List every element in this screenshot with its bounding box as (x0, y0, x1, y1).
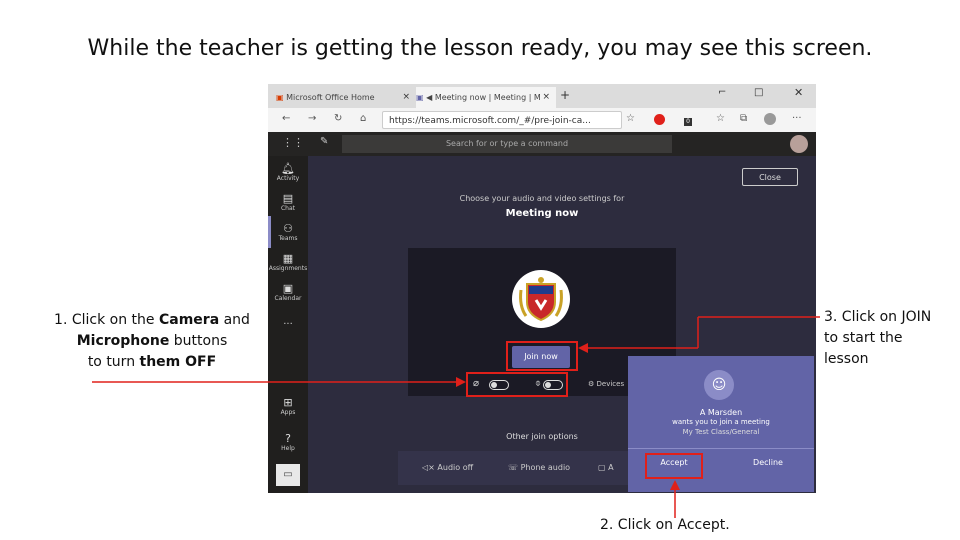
tab-meeting[interactable]: ▣ ◀ Meeting now | Meeting | M × (416, 87, 556, 108)
extension-icon[interactable] (654, 114, 665, 125)
rail-item-more[interactable]: ... (268, 316, 308, 327)
avatar[interactable] (790, 135, 808, 153)
rail-label: Calendar (274, 295, 302, 302)
close-button[interactable]: Close (742, 168, 798, 186)
rail-item-activity[interactable]: 🔔︎ Activity (268, 162, 308, 182)
note-3-line-3: lesson (824, 351, 869, 367)
close-window-icon[interactable]: ✕ (794, 86, 803, 99)
meeting-name: Meeting now (505, 208, 579, 219)
home-icon[interactable]: ⌂ (360, 113, 366, 124)
tab-label: Microsoft Office Home (286, 93, 375, 102)
crest-icon (519, 277, 563, 322)
note-step-2: 2. Click on Accept. (600, 517, 730, 533)
tab-label: Meeting now | Meeting | M (434, 93, 541, 102)
back-icon[interactable]: ← (282, 113, 290, 124)
new-chat-icon[interactable]: ✎ (320, 136, 328, 147)
tab-bar: ▣ Microsoft Office Home × ▣ ◀ Meeting no… (268, 84, 816, 108)
note-3-line-2: to start the (824, 330, 903, 346)
teams-icon: ▣ (416, 93, 424, 102)
caller-name: A Marsden (699, 408, 743, 417)
room-icon: ▢ (598, 463, 606, 472)
profile-avatar[interactable] (764, 113, 776, 125)
invite-channel: My Test Class/General (682, 428, 760, 436)
note-1-line-2: Microphone buttons (76, 333, 228, 349)
download-app-icon[interactable]: ▭ (276, 464, 300, 486)
teams-icon: ⚇ (283, 222, 293, 235)
restore-icon[interactable]: □ (754, 87, 763, 98)
refresh-icon[interactable]: ↻ (334, 113, 342, 124)
note-1-line-1: 1. Click on the Camera and (54, 312, 250, 328)
address-bar: ← → ↻ ⌂ https://teams.microsoft.com/_#/p… (268, 108, 816, 133)
speaker-icon: ◀ (426, 93, 433, 102)
office-icon: ▣ (276, 93, 284, 102)
url-input[interactable]: https://teams.microsoft.com/_#/pre-join-… (382, 111, 622, 129)
teams-header: ⋮⋮ ✎ Search for or type a command (268, 132, 816, 156)
star-icon[interactable]: ☆ (626, 113, 635, 124)
join-highlight-box (506, 341, 578, 371)
speaker-off-icon: ◁× (422, 463, 435, 472)
rail-item-assignments[interactable]: ▦ Assignments (268, 252, 308, 272)
note-step-3: 3. Click on JOIN to start the lesson (824, 307, 931, 370)
apps-icon: ⊞ (283, 396, 293, 409)
note-step-1: 1. Click on the Camera and Microphone bu… (40, 310, 264, 373)
app-rail: 🔔︎ Activity ▤ Chat ⚇ Teams ▦ Assignments… (268, 156, 308, 493)
more-options-icon[interactable]: ··· (792, 113, 802, 124)
app-launcher-icon[interactable]: ⋮⋮ (282, 136, 304, 149)
option-label: A (608, 463, 614, 472)
av-toggles-highlight-box (466, 372, 568, 397)
rail-label: Teams (278, 235, 298, 242)
browser-window: ▣ Microsoft Office Home × ▣ ◀ Meeting no… (268, 84, 816, 493)
rail-label: Activity (276, 175, 300, 182)
user-icon: ☺ (711, 377, 727, 393)
collections-icon[interactable]: ⧉ (740, 113, 747, 124)
school-crest-avatar (512, 270, 570, 328)
close-tab-icon[interactable]: × (542, 87, 550, 108)
phone-audio-option[interactable]: ☏ Phone audio (508, 451, 570, 485)
rail-label: Assignments (268, 265, 308, 272)
gear-icon: ⚙ (588, 380, 595, 388)
close-tab-icon[interactable]: × (402, 87, 410, 108)
rail-item-apps[interactable]: ⊞ Apps (268, 396, 308, 416)
assignments-icon: ▦ (282, 252, 294, 265)
favorites-icon[interactable]: ☆ (716, 113, 725, 124)
new-tab-button[interactable]: + (560, 88, 570, 102)
tab-office[interactable]: ▣ Microsoft Office Home × (276, 87, 416, 108)
bell-icon: 🔔︎ (281, 162, 295, 175)
devices-label: Devices (596, 380, 625, 388)
rail-label: Help (281, 445, 295, 452)
accept-highlight-box (645, 453, 703, 479)
phone-icon: ☏ (508, 463, 519, 472)
minimize-icon[interactable]: ⌐ (718, 87, 726, 98)
devices-button[interactable]: ⚙ Devices (588, 380, 624, 388)
calendar-icon: ▣ (282, 282, 294, 295)
invite-message: wants you to join a meeting (672, 418, 770, 426)
caller-avatar: ☺ (704, 370, 734, 400)
decline-button[interactable]: Decline (722, 449, 814, 477)
audio-off-option[interactable]: ◁× Audio off (422, 451, 473, 485)
option-label: Phone audio (520, 463, 571, 472)
option-label: Audio off (437, 463, 474, 472)
rail-label: ... (283, 316, 293, 327)
rail-label: Apps (280, 409, 296, 416)
add-room-option[interactable]: ▢ A (598, 451, 614, 485)
note-3-line-1: 3. Click on JOIN (824, 309, 932, 325)
forward-icon[interactable]: → (308, 113, 316, 124)
slide-title: While the teacher is getting the lesson … (87, 36, 873, 61)
search-input[interactable]: Search for or type a command (342, 135, 672, 153)
note-1-line-3: to turn them OFF (87, 354, 217, 370)
choose-settings-text: Choose your audio and video settings for (459, 194, 625, 203)
rail-item-teams[interactable]: ⚇ Teams (268, 222, 308, 242)
badge-count: 0 (684, 118, 692, 126)
rail-item-calendar[interactable]: ▣ Calendar (268, 282, 308, 302)
